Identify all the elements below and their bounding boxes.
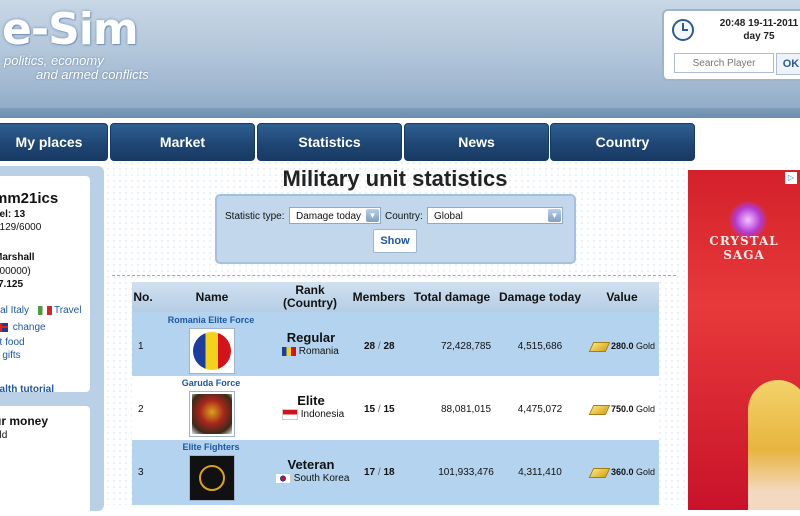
search-player-input[interactable] <box>674 53 774 73</box>
unit-damage-today: 4,311,410 <box>518 467 562 478</box>
romania-flag-icon <box>282 346 296 356</box>
divider <box>112 275 676 276</box>
page-title: Military unit statistics <box>282 166 508 191</box>
header-name: Name <box>195 290 229 304</box>
unit-total-damage: 101,933,476 <box>438 467 494 478</box>
profile-card: mm21ics vel: 13 5129/6000 Marshall 00000… <box>0 176 90 395</box>
logo-tagline-2: and armed conflicts <box>36 67 149 82</box>
money-title: ur money <box>0 414 49 428</box>
unit-country: South Korea <box>275 473 349 484</box>
unit-total-damage: 88,081,015 <box>440 404 492 415</box>
site-logo[interactable]: e-Sim <box>2 4 139 55</box>
game-day: day 75 <box>743 31 775 42</box>
show-button[interactable]: Show <box>373 229 417 253</box>
statistic-type-select[interactable]: Damage today ▼ <box>289 207 381 224</box>
header-total-damage: Total damage <box>413 290 491 304</box>
unit-rank: Veteran <box>287 457 335 472</box>
header-rank: Rank (Country) <box>283 283 337 310</box>
unit-total-damage: 72,428,785 <box>440 341 492 352</box>
indonesia-flag-icon <box>282 409 298 420</box>
eat-food-link[interactable]: at food <box>0 337 25 348</box>
row-number: 1 <box>138 341 144 352</box>
unit-avatar[interactable] <box>189 328 235 374</box>
nav-country[interactable]: Country <box>550 123 695 161</box>
chevron-down-icon: ▼ <box>548 209 561 222</box>
row-number: 3 <box>138 467 144 478</box>
rank-points: 000000) <box>0 266 31 277</box>
travel-link[interactable]: Travel <box>38 305 81 316</box>
change-link[interactable]: change <box>0 322 46 333</box>
header-members: Members <box>352 290 406 304</box>
unit-rank: Elite <box>297 393 325 408</box>
advertisement-banner[interactable]: ▷ CRYSTAL SAGA <box>688 170 800 510</box>
header-no: No. <box>133 290 153 304</box>
italy-flag-icon <box>38 305 52 315</box>
site-header: e-Sim politics, economy and armed confli… <box>0 0 800 118</box>
nav-my-places[interactable]: My places <box>0 123 108 161</box>
gold-amount: old <box>0 430 8 441</box>
left-sidebar: mm21ics vel: 13 5129/6000 Marshall 00000… <box>0 166 104 516</box>
unit-name-link[interactable]: Elite Fighters <box>132 442 290 452</box>
unit-country: Romania <box>282 346 339 357</box>
server-clock-panel: 20:48 19-11-2011 day 75 OK <box>662 9 800 81</box>
clock-icon <box>672 19 694 41</box>
uk-flag-icon <box>0 322 8 332</box>
ad-brand: CRYSTAL SAGA <box>709 234 779 262</box>
money-card: ur money old l <box>0 406 90 516</box>
statistic-type-label: Statistic type: <box>225 211 285 222</box>
unit-damage-today: 4,475,072 <box>517 404 563 415</box>
nav-news[interactable]: News <box>404 123 549 161</box>
server-time: 20:48 19-11-2011 <box>719 18 799 29</box>
username[interactable]: mm21ics <box>0 190 58 207</box>
unit-value: 750.0 Gold <box>588 404 655 415</box>
table-row: Garuda Force 2 Elite Indonesia 15 / 15 8… <box>132 376 659 440</box>
search-ok-button[interactable]: OK <box>776 53 800 75</box>
romania-emblem-icon <box>193 332 231 370</box>
unit-damage-today: 4,515,686 <box>517 341 563 352</box>
character-artwork <box>748 380 800 510</box>
health-tutorial-link[interactable]: ealth tutorial <box>0 384 54 395</box>
gold-icon <box>588 467 611 478</box>
nav-statistics[interactable]: Statistics <box>257 123 402 161</box>
garuda-emblem-icon <box>192 394 232 434</box>
location-link[interactable]: tral Italy <box>0 305 29 316</box>
unit-value: 280.0 Gold <box>588 341 655 352</box>
unit-avatar[interactable] <box>189 391 235 437</box>
country-label: Country: <box>385 211 423 222</box>
statistics-filter: Statistic type: Damage today ▼ Country: … <box>215 194 576 264</box>
use-gifts-link[interactable]: e gifts <box>0 350 21 361</box>
unit-name-link[interactable]: Garuda Force <box>132 378 290 388</box>
level: vel: 13 <box>0 209 26 220</box>
table-row: Elite Fighters 3 Veteran South Korea 17 … <box>132 440 659 505</box>
chevron-down-icon: ▼ <box>366 209 379 222</box>
south-korea-flag-icon <box>275 473 291 484</box>
logo-tagline-1: politics, economy <box>4 53 104 68</box>
unit-members: 17 / 18 <box>364 467 395 478</box>
xp: 5129/6000 <box>0 222 42 233</box>
row-number: 2 <box>138 404 144 415</box>
table-row: Romania Elite Force 1 Regular Romania 28… <box>132 312 659 376</box>
nav-market[interactable]: Market <box>110 123 255 161</box>
gold-icon <box>588 341 611 352</box>
stats-table-header: No. Name Rank (Country) Members Total da… <box>132 282 659 312</box>
ad-choices-icon[interactable]: ▷ <box>785 172 797 184</box>
gold-icon <box>588 404 611 415</box>
header-damage-today: Damage today <box>498 290 582 304</box>
header-value: Value <box>606 290 638 304</box>
unit-value: 360.0 Gold <box>588 467 655 478</box>
military-rank: Marshall <box>0 252 35 263</box>
elite-fighters-emblem-icon <box>199 465 225 491</box>
country-select[interactable]: Global ▼ <box>427 207 563 224</box>
unit-country: Indonesia <box>282 409 344 420</box>
unit-members: 15 / 15 <box>364 404 395 415</box>
strength: 7.125 <box>0 279 24 290</box>
unit-members: 28 / 28 <box>364 341 395 352</box>
unit-avatar[interactable] <box>189 455 235 501</box>
unit-rank: Regular <box>286 330 336 345</box>
unit-name-link[interactable]: Romania Elite Force <box>132 315 290 325</box>
